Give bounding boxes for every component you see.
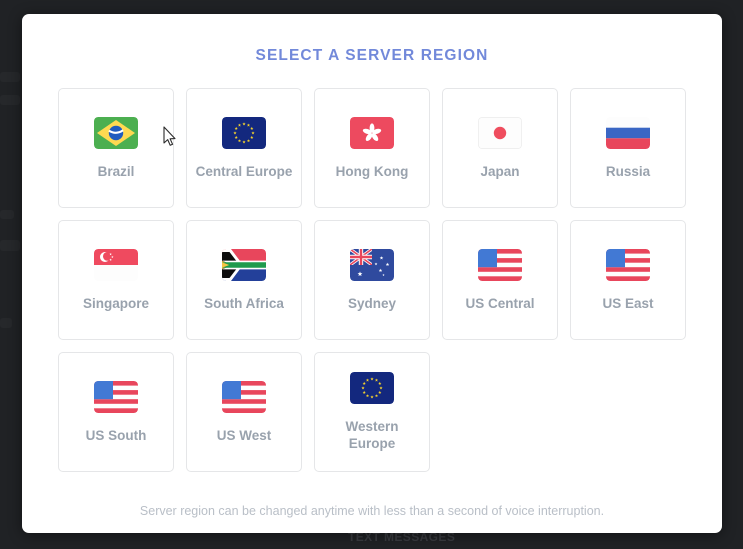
backdrop-ghost-block <box>0 72 20 82</box>
united-states-flag-icon <box>478 248 522 281</box>
modal-footnote: Server region can be changed anytime wit… <box>139 504 605 518</box>
region-card-brazil[interactable]: Brazil <box>58 88 174 208</box>
region-card-label: Central Europe <box>195 163 293 179</box>
united-states-flag-icon <box>94 380 138 413</box>
european-union-flag-icon <box>350 372 394 404</box>
modal-title: SELECT A SERVER REGION <box>255 47 489 64</box>
backdrop-ghost-block <box>0 318 12 328</box>
hong-kong-flag-icon <box>350 116 394 149</box>
region-card-us-east[interactable]: US East <box>570 220 686 340</box>
region-card-us-south[interactable]: US South <box>58 352 174 472</box>
region-card-japan[interactable]: Japan <box>442 88 558 208</box>
region-card-label: Russia <box>605 163 651 179</box>
region-card-label: Brazil <box>97 163 135 179</box>
backdrop-ghost-block <box>0 210 14 219</box>
russia-flag-icon <box>606 116 650 149</box>
region-card-label: US South <box>85 427 147 443</box>
region-card-us-west[interactable]: US West <box>186 352 302 472</box>
region-card-label: South Africa <box>204 295 284 311</box>
region-card-central-europe[interactable]: Central Europe <box>186 88 302 208</box>
region-card-hong-kong[interactable]: Hong Kong <box>314 88 430 208</box>
region-grid: Brazil Central Europe Hong Kong Japan Russia… <box>58 88 686 472</box>
region-card-label: Hong Kong <box>335 163 409 179</box>
singapore-flag-icon <box>94 248 138 281</box>
backdrop-ghost-block <box>0 240 20 251</box>
european-union-flag-icon <box>222 116 266 149</box>
region-card-label: Western Europe <box>345 419 399 451</box>
australia-flag-icon <box>350 248 394 281</box>
region-card-label: US East <box>602 295 654 311</box>
brazil-flag-icon <box>94 116 138 149</box>
region-card-us-central[interactable]: US Central <box>442 220 558 340</box>
backdrop-ghost-block <box>0 95 20 105</box>
region-card-label: US Central <box>465 295 535 311</box>
japan-flag-icon <box>478 116 522 149</box>
region-card-russia[interactable]: Russia <box>570 88 686 208</box>
select-server-region-modal: SELECT A SERVER REGION Brazil Central Eur… <box>22 14 722 533</box>
region-card-south-africa[interactable]: South Africa <box>186 220 302 340</box>
region-card-singapore[interactable]: Singapore <box>58 220 174 340</box>
united-states-flag-icon <box>222 380 266 413</box>
south-africa-flag-icon <box>222 248 266 281</box>
region-card-label: US West <box>216 427 272 443</box>
region-card-label: Sydney <box>347 295 397 311</box>
region-card-sydney[interactable]: Sydney <box>314 220 430 340</box>
region-card-western-europe[interactable]: Western Europe <box>314 352 430 472</box>
region-card-label: Japan <box>480 163 520 179</box>
region-card-label: Singapore <box>82 295 149 311</box>
united-states-flag-icon <box>606 248 650 281</box>
